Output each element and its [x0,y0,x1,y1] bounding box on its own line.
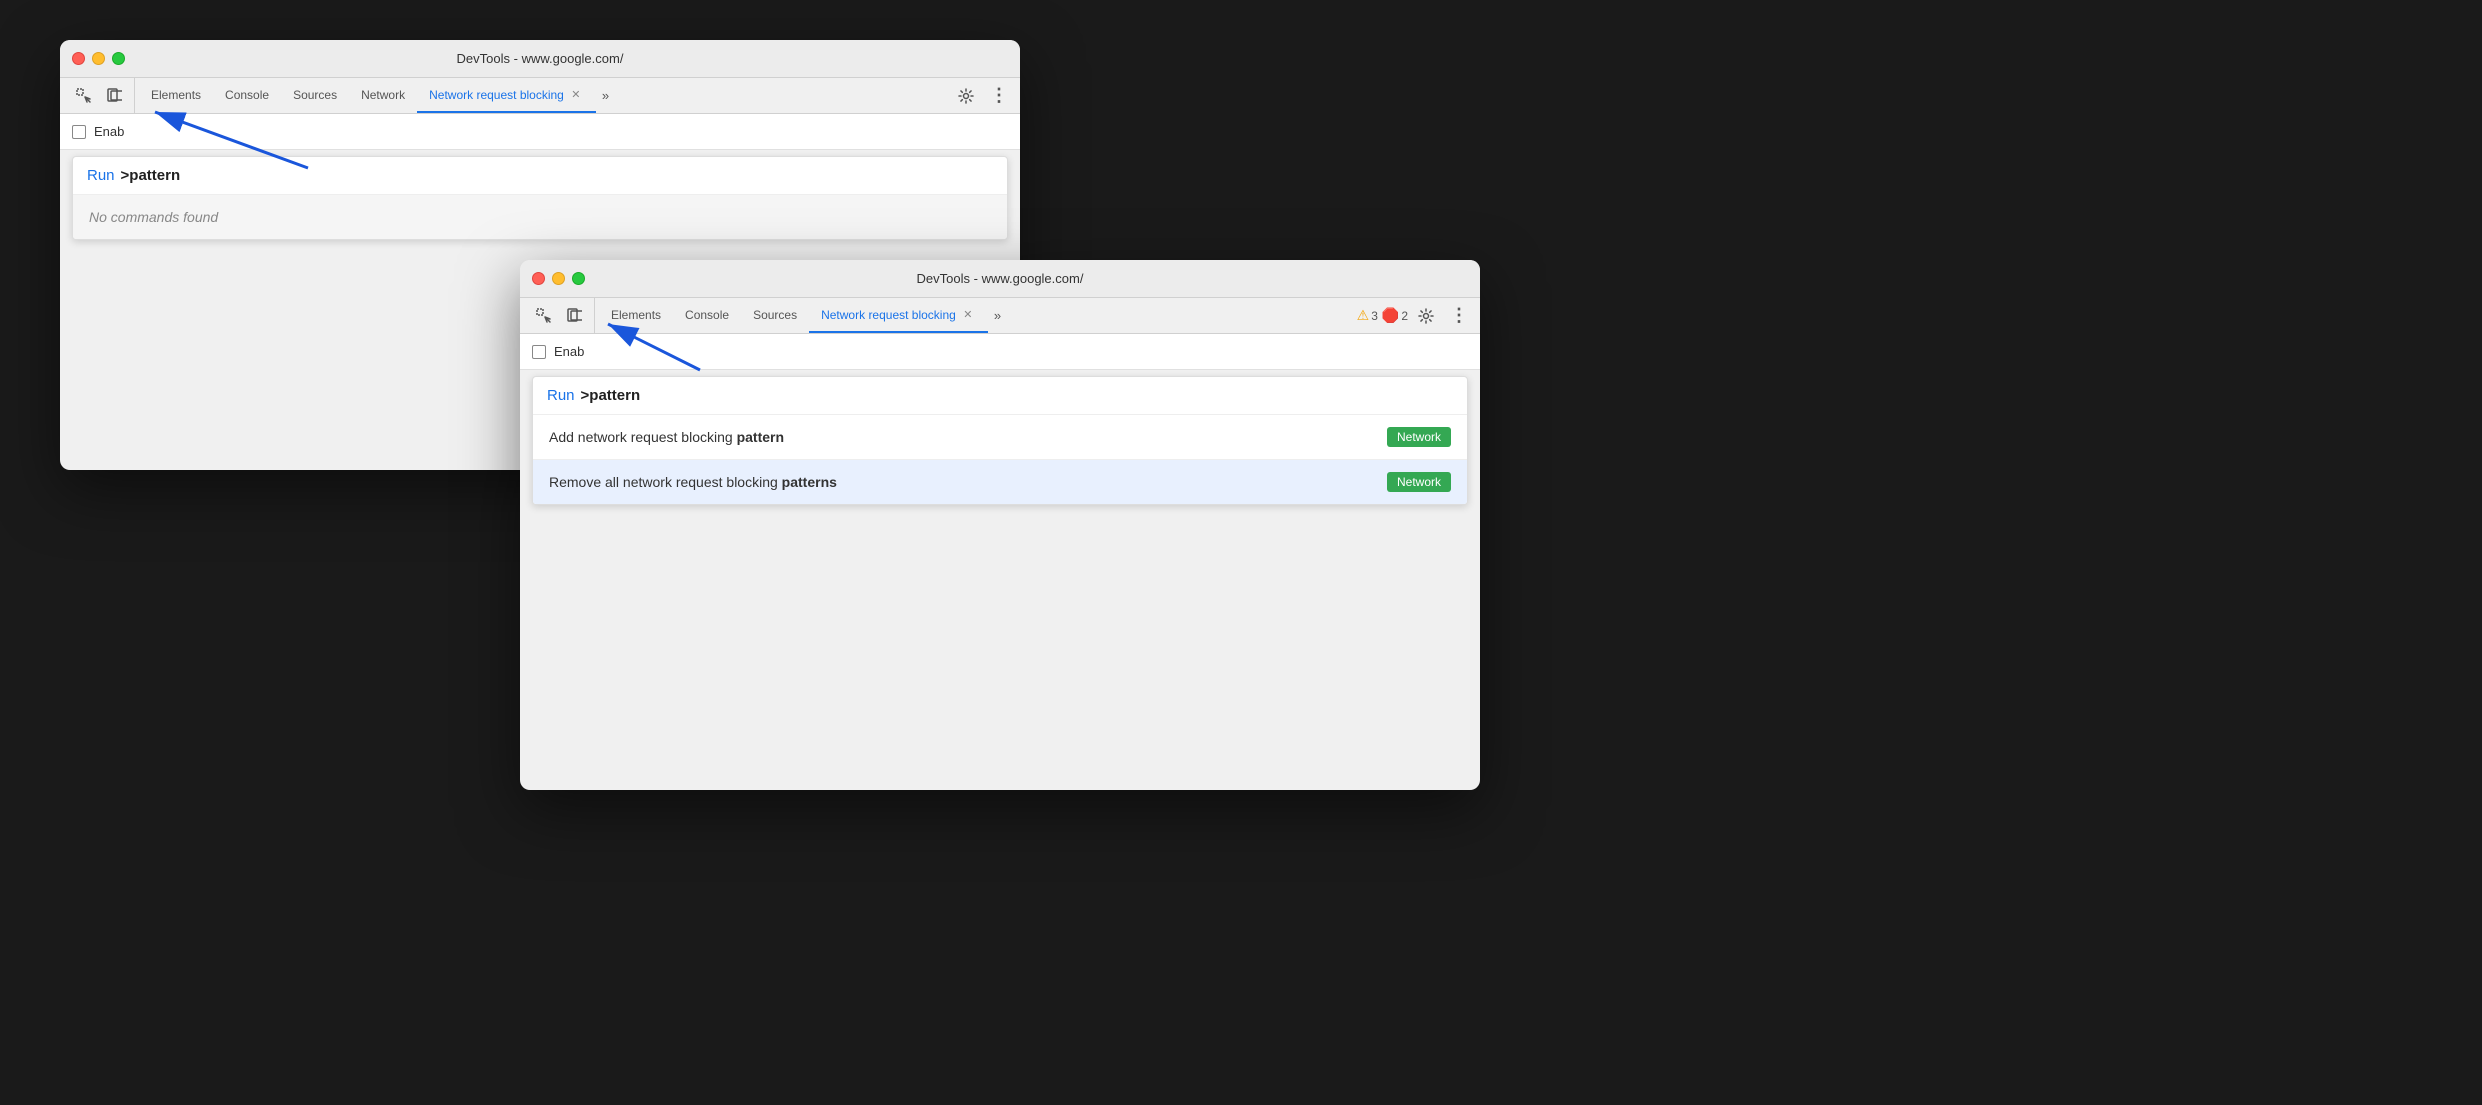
settings-icon-2[interactable] [1412,302,1440,330]
toolbar-1: Enab [60,114,1020,150]
tab-close-icon-2[interactable]: ✕ [960,307,976,323]
enable-label-1: Enab [94,124,124,139]
title-bar-2: DevTools - www.google.com/ [520,260,1480,298]
command-item-text-1: Add network request blocking pattern [549,429,1377,445]
run-label-2: Run [547,387,575,404]
command-item-1[interactable]: Add network request blocking pattern Net… [533,415,1467,460]
selector-tool-icon-2[interactable] [530,302,558,330]
maximize-button-1[interactable] [112,52,125,65]
tab-sources[interactable]: Sources [281,78,349,113]
traffic-lights-1 [72,52,125,65]
warning-count: 3 [1371,309,1378,323]
tab-overflow-btn[interactable]: » [596,78,615,113]
pattern-label-2: >pattern [581,387,641,404]
warning-badge: ⚠ 3 [1357,307,1378,324]
tab-bar-1: Elements Console Sources Network Network… [60,78,1020,114]
maximize-button-2[interactable] [572,272,585,285]
minimize-button-2[interactable] [552,272,565,285]
title-bar-1: DevTools - www.google.com/ [60,40,1020,78]
tab-bar-right-1: ⋮ [952,78,1020,113]
tab-sources-2[interactable]: Sources [741,298,809,333]
run-label-1: Run [87,167,115,184]
command-item-text-2: Remove all network request blocking patt… [549,474,1377,490]
more-icon[interactable]: ⋮ [984,82,1012,110]
warning-icon: ⚠ [1357,307,1370,324]
command-item-2[interactable]: Remove all network request blocking patt… [533,460,1467,504]
command-list: Add network request blocking pattern Net… [533,415,1467,504]
enable-checkbox-1[interactable] [72,125,86,139]
command-input-2[interactable]: Run >pattern [533,377,1467,415]
window-title-2: DevTools - www.google.com/ [917,271,1084,286]
toolbar-2: Enab [520,334,1480,370]
selector-tool-icon[interactable] [70,82,98,110]
network-badge-1: Network [1387,427,1451,447]
enable-label-2: Enab [554,344,584,359]
error-count: 2 [1401,309,1408,323]
enable-checkbox-2[interactable] [532,345,546,359]
device-tool-icon[interactable] [100,82,128,110]
tab-bar-icons-1 [64,78,135,113]
tab-network-request-blocking[interactable]: Network request blocking ✕ [417,78,596,113]
error-icon: 🛑 [1382,307,1399,324]
command-input-1[interactable]: Run >pattern [73,157,1007,195]
tab-bar-2: Elements Console Sources Network request… [520,298,1480,334]
devtools-window-2: DevTools - www.google.com/ Elements Cons… [520,260,1480,790]
no-commands-message: No commands found [73,195,1007,239]
tab-network-request-blocking-2[interactable]: Network request blocking ✕ [809,298,988,333]
close-button-1[interactable] [72,52,85,65]
tab-close-icon[interactable]: ✕ [568,87,584,103]
command-palette-2: Run >pattern Add network request blockin… [532,376,1468,505]
close-button-2[interactable] [532,272,545,285]
tab-bar-icons-2 [524,298,595,333]
tab-overflow-btn-2[interactable]: » [988,298,1007,333]
error-badge: 🛑 2 [1382,307,1408,324]
tab-console[interactable]: Console [213,78,281,113]
more-icon-2[interactable]: ⋮ [1444,302,1472,330]
device-tool-icon-2[interactable] [560,302,588,330]
tab-network[interactable]: Network [349,78,417,113]
tab-bar-right-2: ⚠ 3 🛑 2 ⋮ [1357,298,1480,333]
pattern-label-1: >pattern [121,167,181,184]
window-title-1: DevTools - www.google.com/ [457,51,624,66]
minimize-button-1[interactable] [92,52,105,65]
tab-console-2[interactable]: Console [673,298,741,333]
settings-icon[interactable] [952,82,980,110]
network-badge-2: Network [1387,472,1451,492]
tab-elements[interactable]: Elements [139,78,213,113]
tab-elements-2[interactable]: Elements [599,298,673,333]
traffic-lights-2 [532,272,585,285]
command-palette-1: Run >pattern No commands found [72,156,1008,240]
